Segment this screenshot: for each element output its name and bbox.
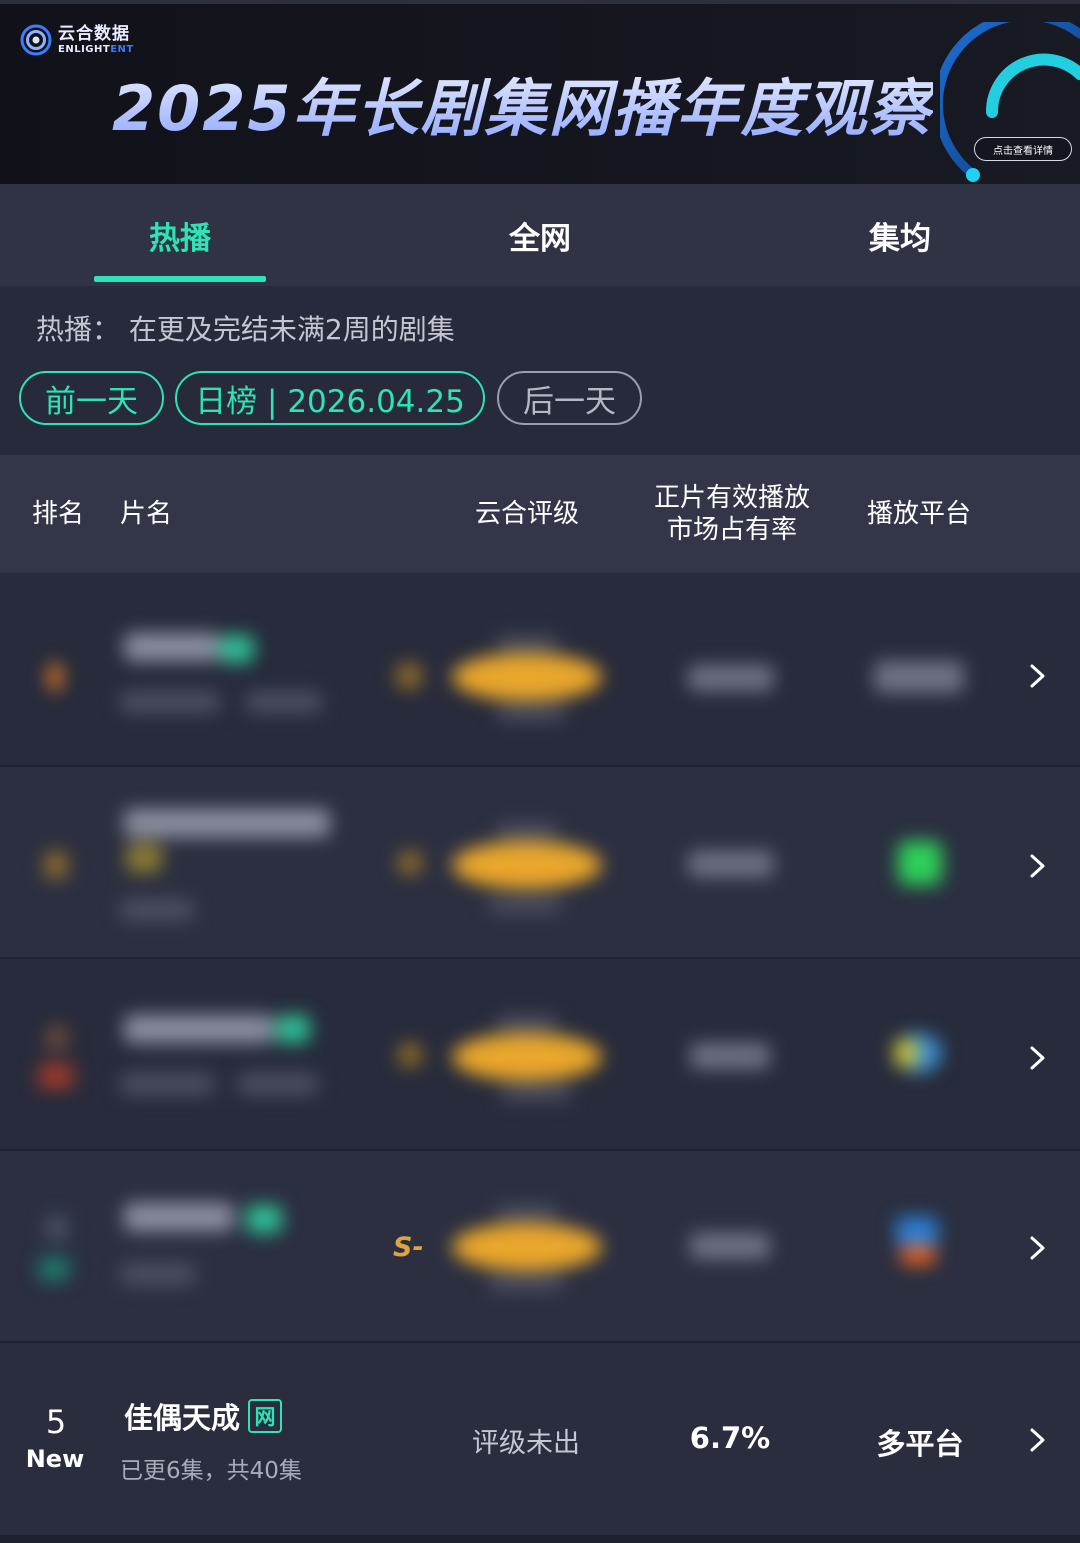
brand-logo: 云合数据 ENLIGHTENT (20, 24, 134, 56)
rating-value: 评级未出 (472, 1428, 580, 1459)
list-description: 热播： 在更及完结未满2周的剧集 (36, 313, 455, 346)
table-header: 排名 片名 云合评级 正片有效播放 市场占有率 播放平台 (0, 455, 1080, 573)
header-rating: 云合评级 (474, 498, 579, 529)
chevron-right-icon[interactable] (1024, 1045, 1050, 1071)
logo-mark-icon (20, 24, 52, 56)
header-market-share: 正片有效播放 市场占有率 (653, 482, 810, 546)
next-day-button[interactable]: 后一天 (497, 371, 642, 425)
tab-hot[interactable]: 热播 (94, 184, 266, 286)
prev-day-button[interactable]: 前一天 (19, 371, 164, 425)
rank-number: 5 (45, 1403, 67, 1441)
date-selector[interactable]: 日榜 | 2026.04.25 (175, 371, 485, 425)
banner-top-line (0, 0, 1080, 4)
ranking-tabs: 热播 全网 集均 (0, 184, 1080, 286)
tab-per-episode[interactable]: 集均 (814, 184, 986, 286)
promo-banner[interactable]: 云合数据 ENLIGHTENT 2025年长剧集网播年度观察 点击查看详情 (0, 0, 1080, 184)
chevron-right-icon[interactable] (1024, 1427, 1050, 1453)
header-platform: 播放平台 (866, 498, 971, 529)
header-title: 片名 (120, 498, 173, 529)
view-details-button[interactable]: 点击查看详情 (974, 137, 1072, 161)
table-row-blurred[interactable] (0, 575, 1080, 765)
chevron-right-icon[interactable] (1024, 663, 1050, 689)
table-row-blurred[interactable] (0, 1151, 1080, 1341)
tab-all-network[interactable]: 全网 (454, 184, 626, 286)
network-drama-badge: 网 (248, 1399, 283, 1433)
market-share-value: 6.7% (689, 1421, 771, 1455)
chevron-right-icon[interactable] (1024, 1235, 1050, 1261)
episode-progress: 已更6集，共40集 (120, 1458, 302, 1484)
logo-text-cn: 云合数据 (58, 23, 130, 44)
table-row[interactable]: 5 New 佳偶天成 网 已更6集，共40集 评级未出 6.7% 多平台 (0, 1343, 1080, 1535)
table-row-blurred[interactable] (0, 959, 1080, 1149)
active-tab-indicator (94, 276, 266, 282)
table-row-blurred[interactable] (0, 767, 1080, 957)
rank-new-label: New (25, 1445, 85, 1473)
rating-grade-peek: S- (393, 1232, 424, 1263)
header-rank: 排名 (31, 498, 84, 529)
drama-title[interactable]: 佳偶天成 (124, 1395, 240, 1437)
bottom-edge (0, 1535, 1080, 1543)
platform-value: 多平台 (876, 1427, 964, 1461)
banner-title: 2025年长剧集网播年度观察 (112, 58, 933, 148)
chevron-right-icon[interactable] (1024, 853, 1050, 879)
logo-text-en: ENLIGHTENT (58, 43, 134, 55)
